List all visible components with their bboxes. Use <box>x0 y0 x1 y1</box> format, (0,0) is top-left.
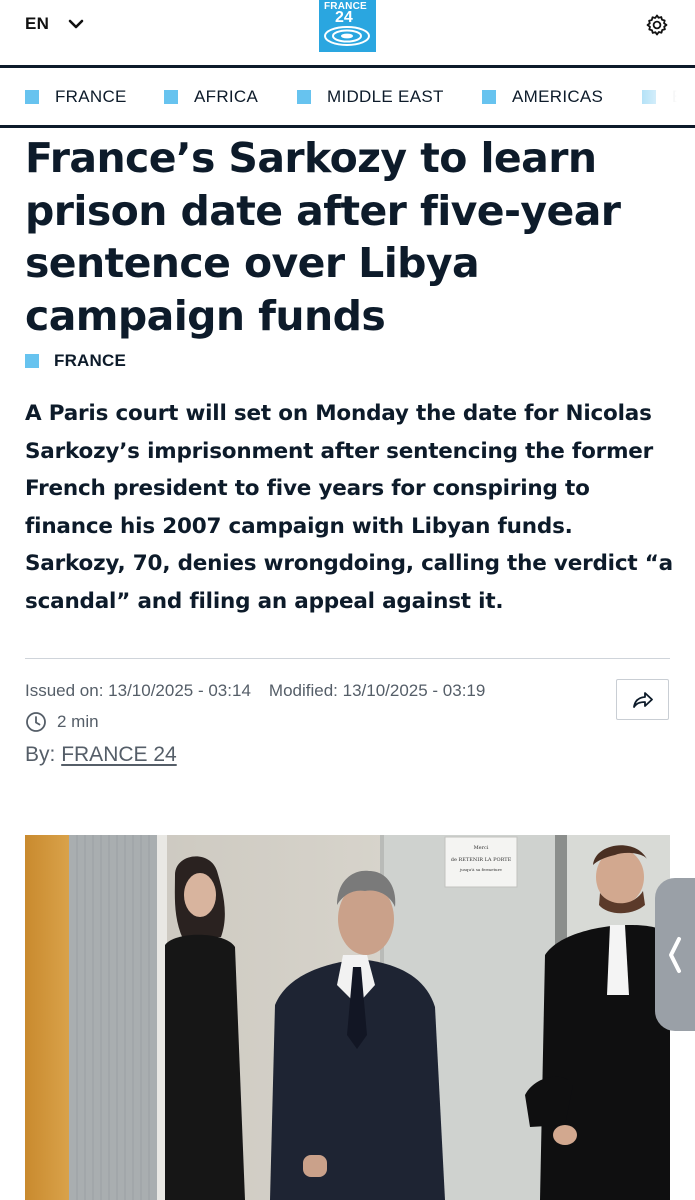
article-lead: A Paris court will set on Monday the dat… <box>25 401 673 614</box>
language-code: EN <box>25 14 50 33</box>
section-tag-label: FRANCE <box>54 351 127 370</box>
share-arrow-icon <box>632 691 653 708</box>
chevron-left-icon <box>669 936 681 973</box>
nav-item-france[interactable]: FRANCE <box>25 87 127 107</box>
nav-scroll-fade <box>605 68 695 125</box>
nav-item-middle-east[interactable]: MIDDLE EAST <box>297 87 444 107</box>
author-link[interactable]: FRANCE 24 <box>61 743 177 766</box>
nav-item-label: AMERICAS <box>512 87 604 106</box>
door-sign-line: jusqu'à sa fermeture <box>459 867 502 872</box>
nav-item-label: MIDDLE EAST <box>327 87 444 106</box>
nav-item-africa[interactable]: AFRICA <box>164 87 258 107</box>
category-nav: FRANCE AFRICA MIDDLE EAST AMERICAS EU <box>0 68 695 125</box>
modified-date: Modified: 13/10/2025 - 03:19 <box>268 681 486 700</box>
read-time-label: 2 min <box>57 712 99 731</box>
article-dates: Issued on: 13/10/2025 - 03:14 Modified: … <box>25 681 485 701</box>
clock-icon <box>26 712 46 732</box>
chevron-down-icon <box>67 13 85 35</box>
nav-divider <box>0 125 695 128</box>
share-button[interactable] <box>616 679 669 720</box>
side-drawer-handle[interactable] <box>655 878 695 1031</box>
article-photo: Merci de RETENIR LA PORTE jusqu'à sa fer… <box>25 835 670 1200</box>
nav-item-americas[interactable]: AMERICAS <box>482 87 603 107</box>
settings-gear-icon[interactable] <box>645 13 669 37</box>
nav-item-label: FRANCE <box>55 87 127 106</box>
category-square-icon <box>164 90 178 104</box>
category-square-icon <box>482 90 496 104</box>
byline: By: FRANCE 24 <box>25 743 177 767</box>
photo-illustration: Merci de RETENIR LA PORTE jusqu'à sa fer… <box>25 835 670 1200</box>
read-time: 2 min <box>25 711 99 733</box>
language-selector[interactable]: EN <box>25 13 85 35</box>
france24-logo[interactable]: FRANCE 24 <box>319 0 376 52</box>
door-sign-line: Merci <box>474 845 489 851</box>
meta-divider <box>25 658 670 659</box>
top-bar: EN FRANCE 24 <box>0 0 695 66</box>
section-tag[interactable]: FRANCE <box>25 351 126 371</box>
door-sign-line: de RETENIR LA PORTE <box>451 857 512 863</box>
category-square-icon <box>25 90 39 104</box>
category-square-icon <box>25 354 39 368</box>
category-square-icon <box>297 90 311 104</box>
byline-label: By: <box>25 743 56 766</box>
logo-waves-icon <box>324 26 370 46</box>
article-headline: France’s Sarkozy to learn prison date af… <box>25 134 621 340</box>
nav-item-label: AFRICA <box>194 87 259 106</box>
issued-date: Issued on: 13/10/2025 - 03:14 <box>25 681 251 700</box>
